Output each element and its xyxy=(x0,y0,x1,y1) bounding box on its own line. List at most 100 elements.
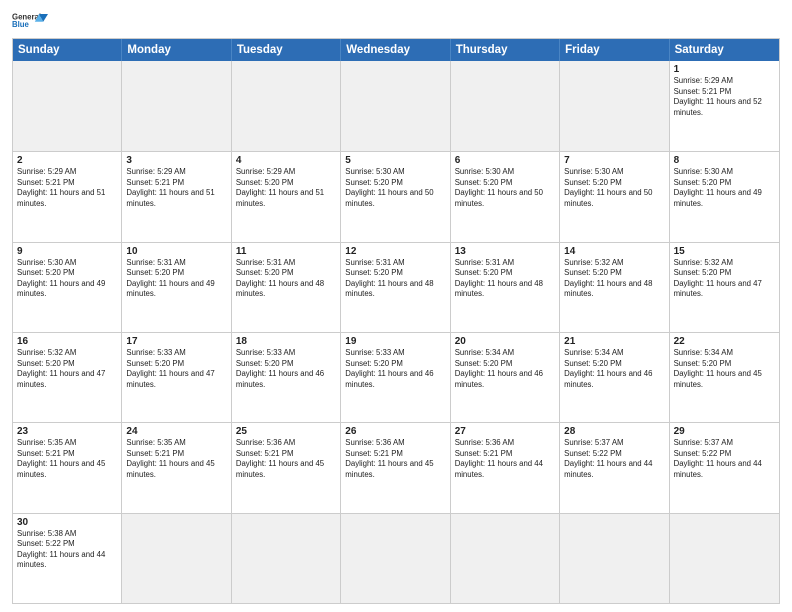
calendar-row-4: 16Sunrise: 5:32 AMSunset: 5:20 PMDayligh… xyxy=(13,332,779,422)
calendar-cell-empty xyxy=(670,514,779,603)
day-number: 17 xyxy=(126,336,226,347)
day-number: 6 xyxy=(455,155,555,166)
day-info: Sunrise: 5:36 AMSunset: 5:21 PMDaylight:… xyxy=(236,438,336,480)
day-number: 24 xyxy=(126,426,226,437)
day-number: 20 xyxy=(455,336,555,347)
day-info: Sunrise: 5:29 AMSunset: 5:21 PMDaylight:… xyxy=(17,167,117,209)
day-number: 27 xyxy=(455,426,555,437)
logo: General Blue xyxy=(12,10,48,32)
day-number: 19 xyxy=(345,336,445,347)
calendar-cell-day-15: 15Sunrise: 5:32 AMSunset: 5:20 PMDayligh… xyxy=(670,243,779,332)
calendar-header: SundayMondayTuesdayWednesdayThursdayFrid… xyxy=(13,39,779,61)
calendar-cell-day-23: 23Sunrise: 5:35 AMSunset: 5:21 PMDayligh… xyxy=(13,423,122,512)
calendar-cell-empty xyxy=(560,514,669,603)
calendar-cell-day-6: 6Sunrise: 5:30 AMSunset: 5:20 PMDaylight… xyxy=(451,152,560,241)
day-number: 14 xyxy=(564,246,664,257)
calendar-cell-day-7: 7Sunrise: 5:30 AMSunset: 5:20 PMDaylight… xyxy=(560,152,669,241)
weekday-header-monday: Monday xyxy=(122,39,231,61)
weekday-header-friday: Friday xyxy=(560,39,669,61)
calendar: SundayMondayTuesdayWednesdayThursdayFrid… xyxy=(12,38,780,604)
calendar-row-2: 2Sunrise: 5:29 AMSunset: 5:21 PMDaylight… xyxy=(13,151,779,241)
calendar-cell-day-2: 2Sunrise: 5:29 AMSunset: 5:21 PMDaylight… xyxy=(13,152,122,241)
day-number: 23 xyxy=(17,426,117,437)
day-number: 12 xyxy=(345,246,445,257)
calendar-cell-day-29: 29Sunrise: 5:37 AMSunset: 5:22 PMDayligh… xyxy=(670,423,779,512)
day-number: 30 xyxy=(17,517,117,528)
day-info: Sunrise: 5:30 AMSunset: 5:20 PMDaylight:… xyxy=(674,167,775,209)
calendar-body: 1Sunrise: 5:29 AMSunset: 5:21 PMDaylight… xyxy=(13,61,779,603)
calendar-cell-empty xyxy=(232,514,341,603)
calendar-row-5: 23Sunrise: 5:35 AMSunset: 5:21 PMDayligh… xyxy=(13,422,779,512)
calendar-cell-empty xyxy=(451,514,560,603)
day-info: Sunrise: 5:30 AMSunset: 5:20 PMDaylight:… xyxy=(564,167,664,209)
day-info: Sunrise: 5:31 AMSunset: 5:20 PMDaylight:… xyxy=(126,258,226,300)
calendar-cell-day-21: 21Sunrise: 5:34 AMSunset: 5:20 PMDayligh… xyxy=(560,333,669,422)
calendar-cell-day-26: 26Sunrise: 5:36 AMSunset: 5:21 PMDayligh… xyxy=(341,423,450,512)
day-info: Sunrise: 5:33 AMSunset: 5:20 PMDaylight:… xyxy=(345,348,445,390)
day-number: 5 xyxy=(345,155,445,166)
day-info: Sunrise: 5:36 AMSunset: 5:21 PMDaylight:… xyxy=(345,438,445,480)
day-info: Sunrise: 5:33 AMSunset: 5:20 PMDaylight:… xyxy=(236,348,336,390)
calendar-cell-day-3: 3Sunrise: 5:29 AMSunset: 5:21 PMDaylight… xyxy=(122,152,231,241)
day-info: Sunrise: 5:35 AMSunset: 5:21 PMDaylight:… xyxy=(126,438,226,480)
day-number: 26 xyxy=(345,426,445,437)
calendar-cell-day-30: 30Sunrise: 5:38 AMSunset: 5:22 PMDayligh… xyxy=(13,514,122,603)
calendar-cell-day-20: 20Sunrise: 5:34 AMSunset: 5:20 PMDayligh… xyxy=(451,333,560,422)
day-info: Sunrise: 5:35 AMSunset: 5:21 PMDaylight:… xyxy=(17,438,117,480)
day-info: Sunrise: 5:31 AMSunset: 5:20 PMDaylight:… xyxy=(345,258,445,300)
calendar-cell-empty xyxy=(451,61,560,151)
calendar-cell-empty xyxy=(122,61,231,151)
day-number: 13 xyxy=(455,246,555,257)
day-info: Sunrise: 5:30 AMSunset: 5:20 PMDaylight:… xyxy=(345,167,445,209)
day-info: Sunrise: 5:33 AMSunset: 5:20 PMDaylight:… xyxy=(126,348,226,390)
calendar-cell-day-13: 13Sunrise: 5:31 AMSunset: 5:20 PMDayligh… xyxy=(451,243,560,332)
calendar-cell-day-24: 24Sunrise: 5:35 AMSunset: 5:21 PMDayligh… xyxy=(122,423,231,512)
generalblue-logo-icon: General Blue xyxy=(12,10,48,30)
calendar-cell-day-28: 28Sunrise: 5:37 AMSunset: 5:22 PMDayligh… xyxy=(560,423,669,512)
day-number: 8 xyxy=(674,155,775,166)
calendar-cell-day-27: 27Sunrise: 5:36 AMSunset: 5:21 PMDayligh… xyxy=(451,423,560,512)
day-info: Sunrise: 5:37 AMSunset: 5:22 PMDaylight:… xyxy=(674,438,775,480)
day-number: 18 xyxy=(236,336,336,347)
calendar-cell-day-22: 22Sunrise: 5:34 AMSunset: 5:20 PMDayligh… xyxy=(670,333,779,422)
day-number: 16 xyxy=(17,336,117,347)
day-info: Sunrise: 5:34 AMSunset: 5:20 PMDaylight:… xyxy=(564,348,664,390)
weekday-header-wednesday: Wednesday xyxy=(341,39,450,61)
calendar-row-1: 1Sunrise: 5:29 AMSunset: 5:21 PMDaylight… xyxy=(13,61,779,151)
day-number: 15 xyxy=(674,246,775,257)
day-number: 2 xyxy=(17,155,117,166)
day-info: Sunrise: 5:34 AMSunset: 5:20 PMDaylight:… xyxy=(674,348,775,390)
day-number: 7 xyxy=(564,155,664,166)
calendar-cell-empty xyxy=(232,61,341,151)
day-number: 9 xyxy=(17,246,117,257)
calendar-cell-day-14: 14Sunrise: 5:32 AMSunset: 5:20 PMDayligh… xyxy=(560,243,669,332)
calendar-cell-day-16: 16Sunrise: 5:32 AMSunset: 5:20 PMDayligh… xyxy=(13,333,122,422)
day-number: 21 xyxy=(564,336,664,347)
calendar-cell-day-4: 4Sunrise: 5:29 AMSunset: 5:20 PMDaylight… xyxy=(232,152,341,241)
day-info: Sunrise: 5:31 AMSunset: 5:20 PMDaylight:… xyxy=(455,258,555,300)
page: General Blue SundayMondayTuesdayWednesda… xyxy=(0,0,792,612)
svg-text:Blue: Blue xyxy=(12,20,30,29)
calendar-cell-day-18: 18Sunrise: 5:33 AMSunset: 5:20 PMDayligh… xyxy=(232,333,341,422)
day-number: 29 xyxy=(674,426,775,437)
calendar-cell-day-17: 17Sunrise: 5:33 AMSunset: 5:20 PMDayligh… xyxy=(122,333,231,422)
calendar-cell-day-25: 25Sunrise: 5:36 AMSunset: 5:21 PMDayligh… xyxy=(232,423,341,512)
calendar-cell-day-12: 12Sunrise: 5:31 AMSunset: 5:20 PMDayligh… xyxy=(341,243,450,332)
calendar-cell-empty xyxy=(341,61,450,151)
header: General Blue xyxy=(12,10,780,32)
day-info: Sunrise: 5:30 AMSunset: 5:20 PMDaylight:… xyxy=(455,167,555,209)
day-info: Sunrise: 5:29 AMSunset: 5:21 PMDaylight:… xyxy=(674,76,775,118)
day-number: 11 xyxy=(236,246,336,257)
calendar-cell-day-10: 10Sunrise: 5:31 AMSunset: 5:20 PMDayligh… xyxy=(122,243,231,332)
day-info: Sunrise: 5:34 AMSunset: 5:20 PMDaylight:… xyxy=(455,348,555,390)
day-number: 22 xyxy=(674,336,775,347)
weekday-header-saturday: Saturday xyxy=(670,39,779,61)
weekday-header-thursday: Thursday xyxy=(451,39,560,61)
calendar-cell-empty xyxy=(13,61,122,151)
day-info: Sunrise: 5:30 AMSunset: 5:20 PMDaylight:… xyxy=(17,258,117,300)
day-info: Sunrise: 5:32 AMSunset: 5:20 PMDaylight:… xyxy=(564,258,664,300)
day-info: Sunrise: 5:36 AMSunset: 5:21 PMDaylight:… xyxy=(455,438,555,480)
calendar-cell-day-19: 19Sunrise: 5:33 AMSunset: 5:20 PMDayligh… xyxy=(341,333,450,422)
calendar-row-3: 9Sunrise: 5:30 AMSunset: 5:20 PMDaylight… xyxy=(13,242,779,332)
day-info: Sunrise: 5:38 AMSunset: 5:22 PMDaylight:… xyxy=(17,529,117,571)
